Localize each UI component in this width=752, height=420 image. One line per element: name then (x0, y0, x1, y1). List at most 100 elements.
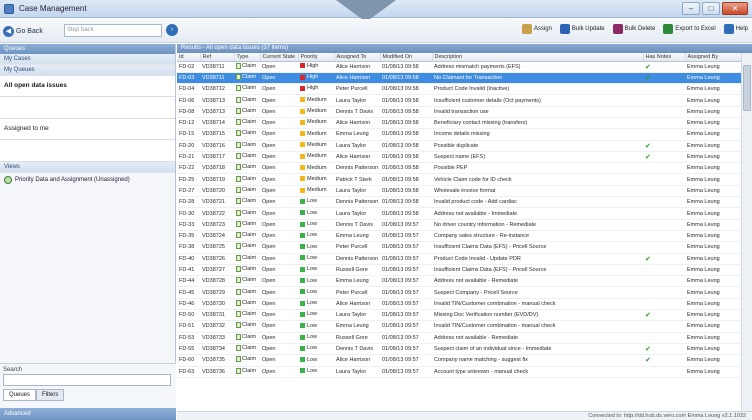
table-row[interactable]: FD-46 VD38730 Claim Open Low Alice Harrison 01… (177, 298, 741, 311)
table-row[interactable]: FD-40 VD38726 Claim Open Low Dennis Patterson… (177, 253, 741, 265)
priority-icon (300, 232, 305, 238)
cell-type-label: Claim (242, 277, 257, 284)
queue-assigned-to-me[interactable]: Assigned to me (0, 119, 175, 140)
table-row[interactable]: FD-33 VD38723 Claim Open Low Dennis T Davis 01… (177, 219, 741, 231)
table-row[interactable]: FD-53 VD38733 Claim Open Low Russell Gore 01/0… (177, 332, 741, 344)
table-row[interactable]: FD-60 VD38735 Claim Open Low Alice Harrison 01… (177, 354, 741, 367)
column-header[interactable]: Priority (298, 53, 335, 62)
cell-modified-on: 01/08/13 09:57 (382, 357, 419, 364)
cell-description: Address not available - Immediate (434, 210, 518, 217)
table-row[interactable]: FD-50 VD38731 Claim Open Low Laura Taylor 01/0… (177, 309, 741, 322)
table-row[interactable]: FD-12 VD38714 Claim Open Medium Alice Harriso… (177, 117, 741, 130)
bulk-update-button[interactable]: Bulk Update (559, 24, 605, 34)
table-row[interactable]: FD-51 VD38732 Claim Open Low Emma Leung 01/08/… (177, 320, 741, 333)
bulk-delete-button[interactable]: Bulk Delete (612, 24, 655, 34)
group-views[interactable]: Views (0, 162, 175, 173)
priority-label: Low (307, 198, 318, 205)
priority-label: Low (307, 288, 318, 295)
cell-assigned-by: Emma Leung (687, 278, 720, 285)
cell-type-label: Claim (242, 130, 257, 137)
cell-ref: VD38732 (202, 323, 225, 330)
priority-icon (300, 131, 305, 137)
cell-id: FD-63 (179, 368, 195, 375)
cell-id: FD-25 (179, 176, 195, 183)
table-row[interactable]: FD-30 VD38722 Claim Open Low Laura Taylor 01/0… (177, 207, 741, 220)
table-row[interactable]: FD-41 VD38727 Claim Open Low Russell Gore 01/0… (177, 264, 741, 277)
cell-assigned-to: Emma Leung (336, 233, 369, 240)
maximize-button[interactable]: □ (702, 2, 720, 15)
document-icon (236, 209, 241, 216)
cell-description: Invalid TIN/Customer combination - manua… (434, 300, 556, 307)
bulk-update-icon (559, 24, 570, 34)
cell-type: Claim (236, 232, 256, 239)
column-header[interactable]: Description (432, 53, 644, 62)
column-header[interactable]: Ref (200, 53, 235, 62)
column-header[interactable]: Modified On (380, 53, 433, 62)
cell-modified-on: 01/08/13 09:57 (382, 346, 419, 353)
cell-assigned-by: Emma Leung (687, 108, 720, 115)
help-button[interactable]: Help (723, 24, 748, 34)
back-button[interactable]: ◀ Go Back (3, 24, 43, 38)
column-header[interactable]: Id (177, 53, 201, 62)
tab-filters[interactable]: Filters (36, 389, 65, 401)
cell-assigned-to: Dennis T Davis (336, 221, 374, 228)
cell-ref: VD38724 (202, 233, 225, 240)
cell-assigned-to: Dennis Patterson (336, 165, 379, 172)
column-header[interactable]: Type (234, 53, 261, 62)
cell-description: Product Code Invalid - Update PDR (434, 255, 521, 262)
left-panel-footer: Search Queues Filters Advanced (0, 363, 176, 420)
export-to-excel-button[interactable]: Export to Excel (663, 24, 716, 34)
assign-button[interactable]: Assign (521, 24, 552, 34)
table-row[interactable]: FD-25 VD38719 Claim Open Medium Patrick T Ste… (177, 173, 741, 186)
group-my-cases[interactable]: My Cases (0, 54, 175, 65)
column-header[interactable]: Current State (260, 53, 299, 62)
document-icon (236, 130, 241, 137)
table-row[interactable]: FD-04 VD38712 Claim Open High Peter Purcell 01… (177, 83, 741, 96)
left-search-input[interactable] (3, 374, 171, 386)
priority-label: Medium (307, 175, 327, 182)
table-row[interactable]: FD-21 VD38717 Claim Open Medium Alice Harriso… (177, 151, 741, 164)
column-header[interactable]: Assigned To (334, 53, 381, 62)
table-row[interactable]: FD-35 VD38724 Claim Open Low Emma Leung 01/08/… (177, 230, 741, 243)
document-icon (236, 288, 241, 295)
table-row[interactable]: FD-03 VD38711 Claim Open High Alice Harrison 0… (177, 72, 741, 85)
priority-icon (300, 255, 305, 261)
table-row[interactable]: FD-38 VD38725 Claim Open Low Peter Purcell 01/… (177, 241, 741, 254)
table-row[interactable]: FD-44 VD38728 Claim Open Low Emma Leung 01/08/… (177, 275, 741, 288)
column-header[interactable]: Assigned By (685, 53, 742, 62)
cell-ref: VD38733 (202, 334, 225, 341)
cell-ref: VD38717 (202, 154, 225, 161)
search-go-icon[interactable]: › (166, 24, 178, 36)
queue-spacer (0, 97, 175, 119)
table-row[interactable]: FD-02 VD38711 Claim Open High Alice Harrison 0… (177, 61, 741, 73)
column-header[interactable]: Has Notes (643, 53, 686, 62)
table-row[interactable]: FD-45 VD38729 Claim Open Low Peter Purcell 01/… (177, 286, 741, 299)
advanced-bar[interactable]: Advanced (0, 408, 176, 420)
table-row[interactable]: FD-15 VD38715 Claim Open Medium Emma Leung 01/… (177, 128, 741, 141)
close-button[interactable]: ✕ (722, 2, 748, 15)
table-row[interactable]: FD-06 VD38713 Claim Open Medium Laura Taylor 0… (177, 94, 741, 107)
search-input[interactable]: Step back (64, 24, 162, 37)
table-row[interactable]: FD-20 VD38716 Claim Open Medium Laura Taylor 0… (177, 140, 741, 152)
tree-item-priority[interactable]: Priority Data and Assignment (Unassigned… (0, 173, 175, 187)
group-my-queues[interactable]: My Queues (0, 65, 175, 76)
cell-type-label: Claim (242, 153, 257, 160)
tab-queues[interactable]: Queues (3, 389, 37, 401)
table-row[interactable]: FD-22 VD38718 Claim Open Medium Dennis Patter… (177, 162, 741, 175)
minimize-button[interactable]: – (682, 2, 700, 15)
cell-modified-on: 01/08/13 09:58 (382, 154, 419, 161)
table-row[interactable]: FD-27 VD38720 Claim Open Medium Laura Taylor 0… (177, 185, 741, 198)
table-row[interactable]: FD-55 VD38734 Claim Open Low Dennis T Davis 01… (177, 343, 741, 356)
table-row[interactable]: FD-28 VD38721 Claim Open Low Dennis Patterson… (177, 196, 741, 209)
priority-icon (300, 368, 305, 374)
cell-id: FD-02 (179, 63, 195, 70)
priority-icon (300, 278, 305, 284)
scrollbar-thumb[interactable] (743, 65, 751, 111)
vertical-scrollbar[interactable] (741, 53, 752, 411)
cell-id: FD-46 (179, 300, 195, 307)
table-row[interactable]: FD-63 VD38736 Claim Open Low Laura Taylor 01/0… (177, 366, 741, 378)
table-row[interactable]: FD-08 VD38713 Claim Open Medium Dennis T Davi… (177, 106, 741, 118)
cell-assigned-by: Emma Leung (687, 221, 720, 228)
priority-icon (300, 74, 305, 80)
queue-all-open[interactable]: All open data issues (0, 76, 175, 97)
